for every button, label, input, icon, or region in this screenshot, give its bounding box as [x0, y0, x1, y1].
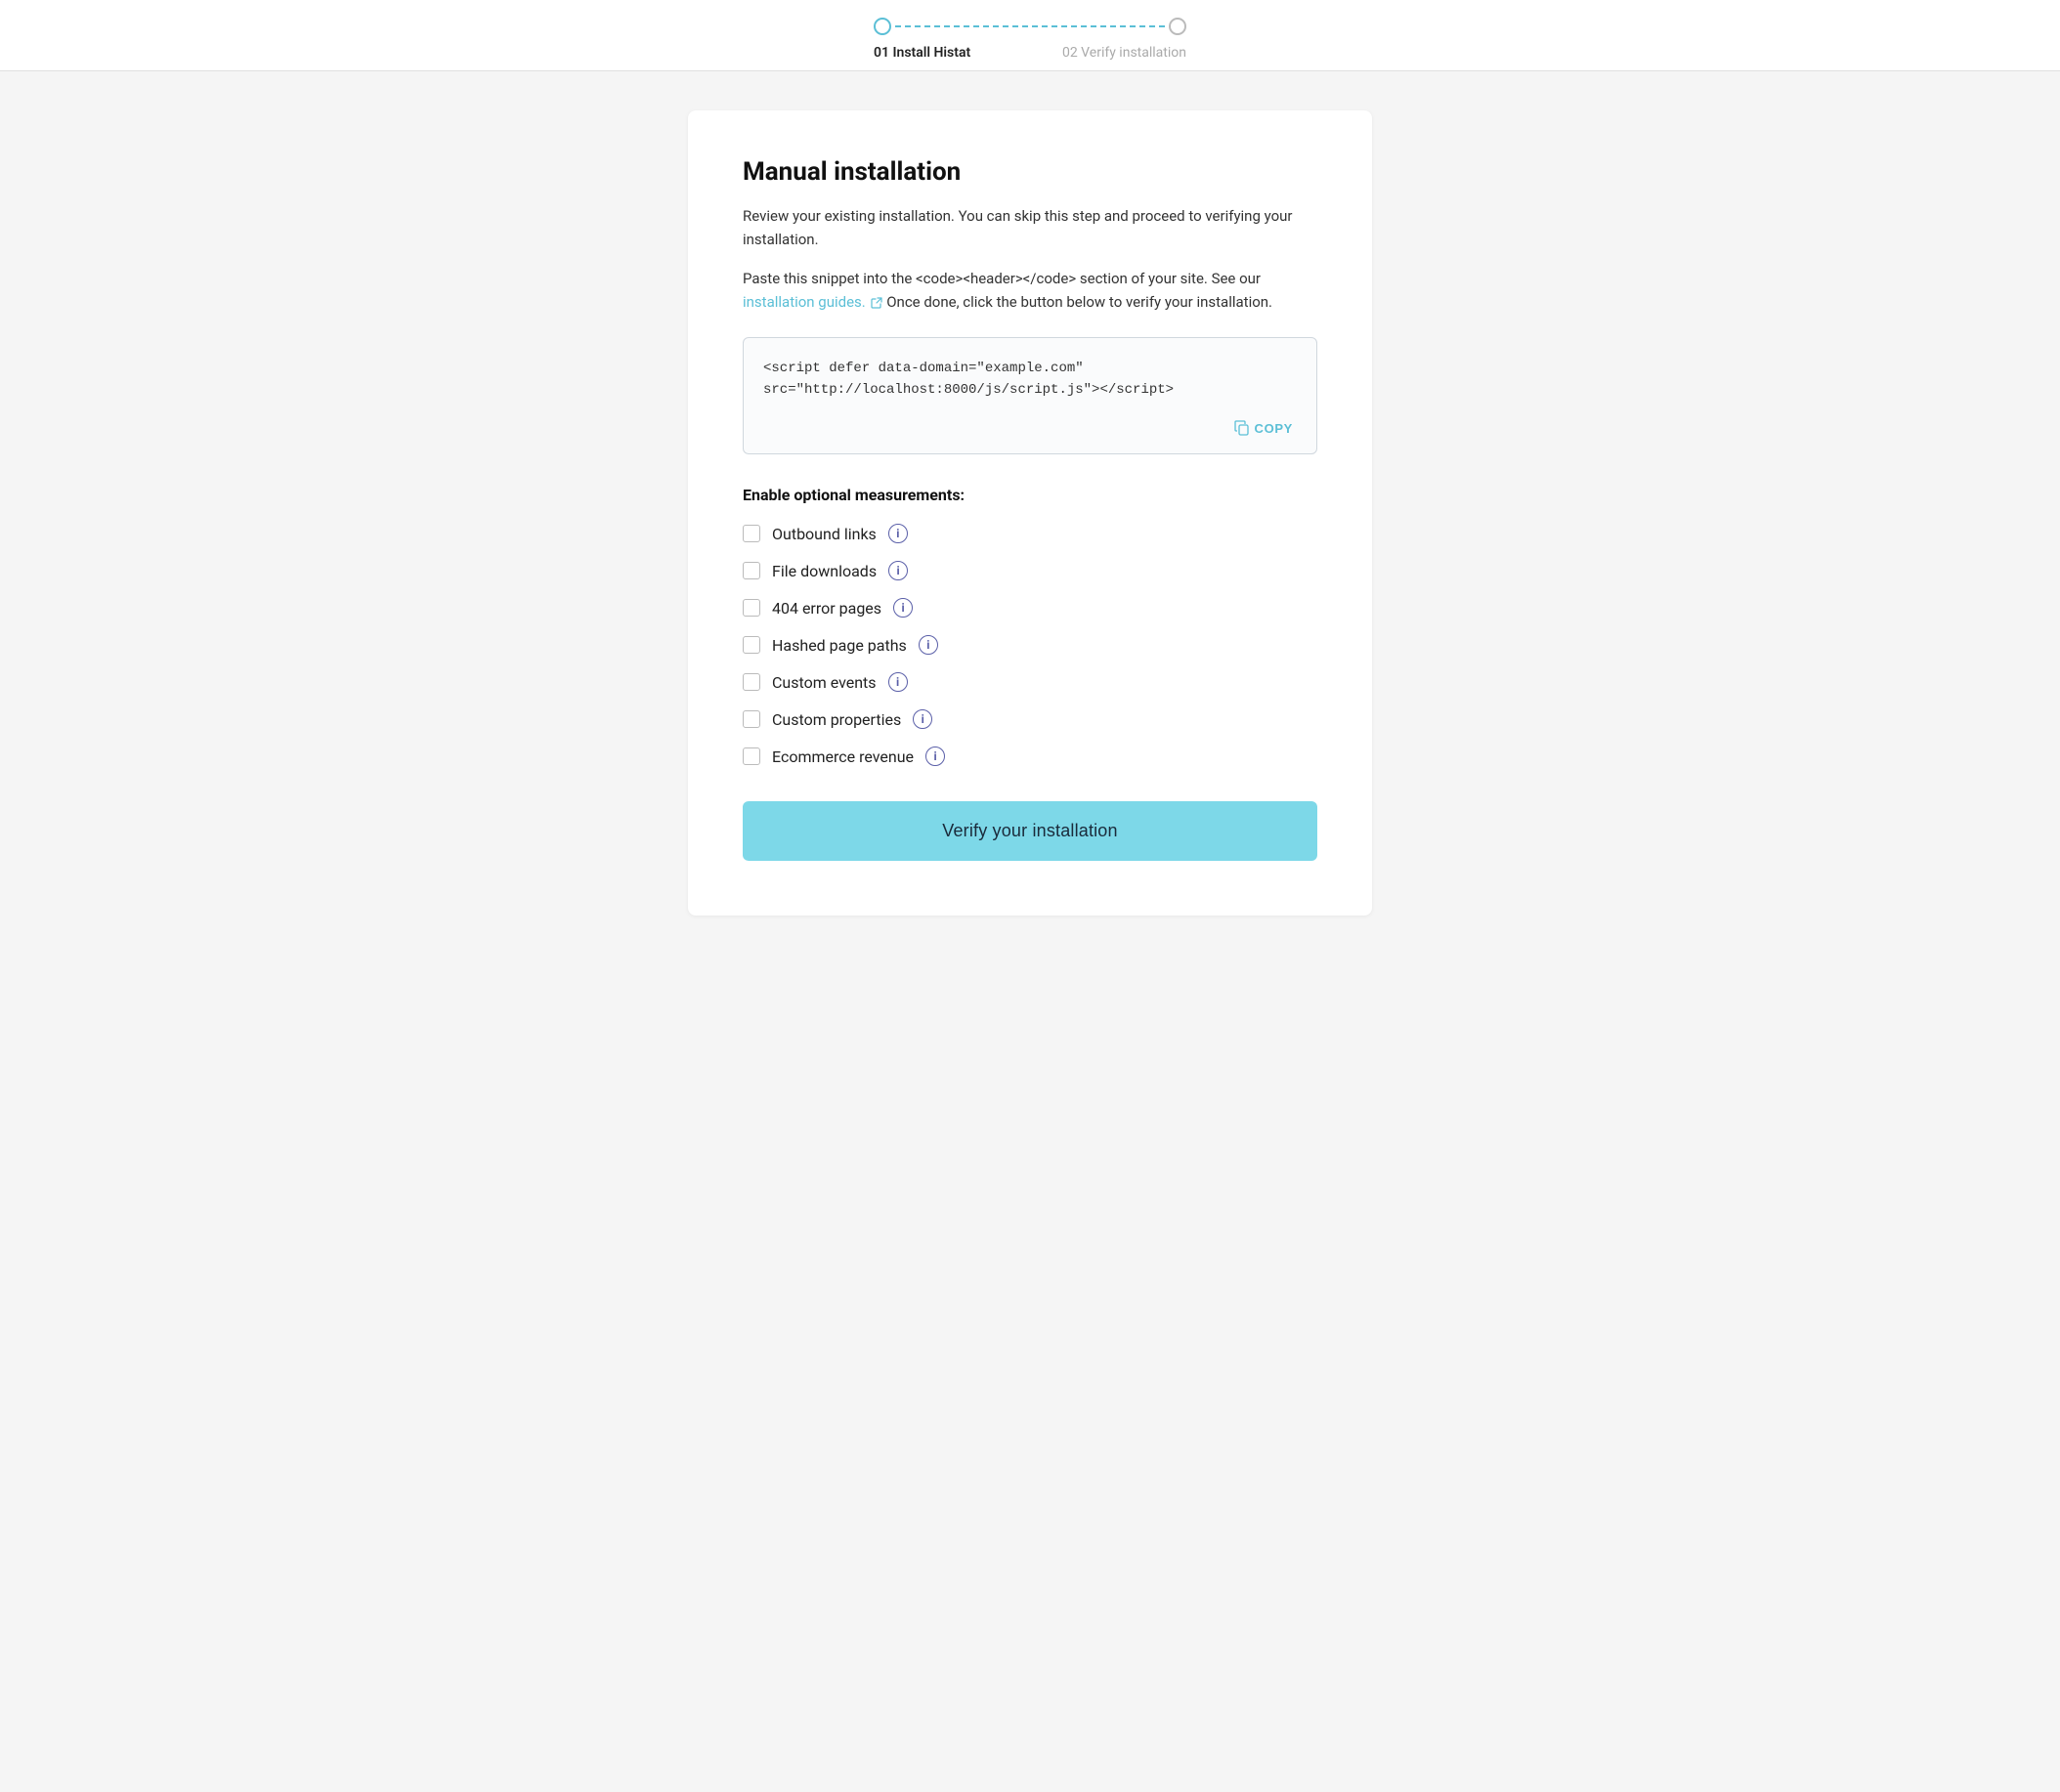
checkbox-custom-properties[interactable] [743, 710, 760, 728]
info-icon-ecommerce-revenue[interactable]: i [925, 747, 945, 766]
checkbox-list: Outbound links i File downloads i 404 er… [743, 524, 1317, 766]
info-icon-file-downloads[interactable]: i [888, 561, 908, 580]
info-icon-hashed-page-paths[interactable]: i [919, 635, 938, 655]
label-custom-events[interactable]: Custom events [772, 673, 877, 692]
copy-icon [1234, 420, 1250, 436]
step2-label[interactable]: 02 Verify installation [1062, 45, 1186, 61]
checkbox-item-outbound-links: Outbound links i [743, 524, 1317, 543]
step-labels: 01 Install Histat 02 Verify installation [874, 45, 1186, 61]
top-navigation: 01 Install Histat 02 Verify installation [0, 0, 2060, 71]
checkbox-hashed-page-paths[interactable] [743, 636, 760, 654]
info-icon-custom-properties[interactable]: i [913, 709, 932, 729]
installation-guides-link[interactable]: installation guides. [743, 293, 886, 311]
label-custom-properties[interactable]: Custom properties [772, 710, 901, 729]
step-line [895, 25, 1165, 27]
checkbox-item-file-downloads: File downloads i [743, 561, 1317, 580]
label-hashed-page-paths[interactable]: Hashed page paths [772, 636, 907, 655]
checkbox-404-error-pages[interactable] [743, 599, 760, 617]
checkbox-outbound-links[interactable] [743, 525, 760, 542]
label-ecommerce-revenue[interactable]: Ecommerce revenue [772, 747, 914, 766]
page-title: Manual installation [743, 157, 1317, 187]
description-2: Paste this snippet into the <code><heade… [743, 267, 1317, 314]
label-404-error-pages[interactable]: 404 error pages [772, 599, 881, 618]
checkbox-custom-events[interactable] [743, 673, 760, 691]
code-snippet: <script defer data-domain="example.com" … [763, 358, 1297, 402]
checkbox-ecommerce-revenue[interactable] [743, 747, 760, 765]
stepper [874, 18, 1186, 35]
checkbox-item-custom-events: Custom events i [743, 672, 1317, 692]
measurements-title: Enable optional measurements: [743, 486, 1317, 504]
label-file-downloads[interactable]: File downloads [772, 562, 877, 580]
info-icon-outbound-links[interactable]: i [888, 524, 908, 543]
info-icon-custom-events[interactable]: i [888, 672, 908, 692]
checkbox-item-custom-properties: Custom properties i [743, 709, 1317, 729]
checkbox-item-ecommerce-revenue: Ecommerce revenue i [743, 747, 1317, 766]
external-link-icon [871, 297, 882, 309]
verify-installation-button[interactable]: Verify your installation [743, 801, 1317, 861]
info-icon-404-error-pages[interactable]: i [893, 598, 913, 618]
checkbox-item-404-error-pages: 404 error pages i [743, 598, 1317, 618]
description-1: Review your existing installation. You c… [743, 204, 1317, 251]
checkbox-item-hashed-page-paths: Hashed page paths i [743, 635, 1317, 655]
copy-button[interactable]: COPY [1226, 416, 1301, 440]
label-outbound-links[interactable]: Outbound links [772, 525, 877, 543]
main-content: Manual installation Review your existing… [688, 110, 1372, 916]
code-block-wrapper: <script defer data-domain="example.com" … [743, 337, 1317, 454]
step1-label[interactable]: 01 Install Histat [874, 45, 970, 61]
step2-circle [1169, 18, 1186, 35]
step1-circle [874, 18, 891, 35]
checkbox-file-downloads[interactable] [743, 562, 760, 579]
